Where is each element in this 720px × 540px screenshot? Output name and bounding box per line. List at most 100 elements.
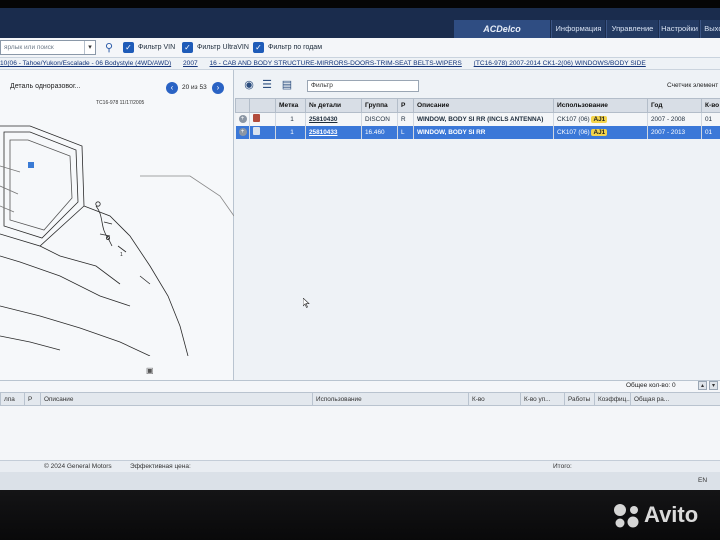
cart-col-description[interactable]: Описание	[40, 392, 313, 406]
app-screen: ACDelco Информация Управление Настройки …	[0, 8, 720, 490]
row-year: 2007 - 2008	[647, 112, 702, 126]
scroll-up-button[interactable]: ▴	[698, 381, 707, 390]
cart-col-labor[interactable]: Работы	[564, 392, 595, 406]
col-header-year[interactable]: Год	[647, 98, 702, 113]
row-description: WINDOW, BODY SI RR	[413, 125, 554, 139]
row-add-cell[interactable]: +	[235, 125, 250, 139]
cart-col-usage[interactable]: Использование	[312, 392, 469, 406]
list-icon[interactable]: ☰	[259, 78, 275, 92]
search-icon[interactable]: ⚲	[102, 41, 116, 55]
parts-list-pane: ◉ ☰ ▤ Фильтр Счетчик элемент Метка № дет…	[235, 70, 720, 380]
cart-col-qty[interactable]: К-во	[468, 392, 521, 406]
export-icon[interactable]: ▤	[279, 78, 295, 92]
row-part-no[interactable]: 25810433	[305, 125, 362, 139]
row-usage: CK107 (06) AJ1	[553, 125, 648, 139]
breadcrumb-model[interactable]: 10(06 - Tahoe/Yukon/Escalade - 06 Bodyst…	[0, 60, 171, 67]
total-label: Итого:	[553, 463, 572, 470]
eye-icon[interactable]: ◉	[241, 78, 257, 92]
col-header-usage[interactable]: Использование	[553, 98, 648, 113]
usage-chip: AJ1	[591, 128, 608, 136]
row-year: 2007 - 2013	[647, 125, 702, 139]
col-header-p[interactable]: P	[397, 98, 414, 113]
mouse-cursor-icon	[303, 298, 310, 308]
svg-text:1: 1	[120, 252, 123, 258]
vin-filter-label: Фильтр VIN	[138, 44, 176, 51]
effective-price-label: Эффективная цена:	[130, 463, 191, 470]
col-header-description[interactable]: Описание	[413, 98, 554, 113]
next-page-button[interactable]: ›	[212, 82, 224, 94]
note-icon[interactable]	[253, 127, 260, 135]
add-to-cart-icon[interactable]: +	[238, 115, 247, 124]
cart-col-group[interactable]: лпа	[0, 392, 25, 406]
cart-col-p[interactable]: P	[24, 392, 41, 406]
breadcrumb-section[interactable]: 16 - CAB AND BODY STRUCTURE-MIRRORS-DOOR…	[210, 60, 462, 67]
page-counter: 20 из 53	[182, 84, 207, 91]
cart-col-coefficient[interactable]: Коэффиц...	[594, 392, 631, 406]
row-usage-text: CK107 (06)	[557, 115, 590, 123]
col-header-group[interactable]: Группа	[361, 98, 398, 113]
vin-filter-checkbox[interactable]: ✓	[123, 42, 134, 53]
row-group: 16.460	[361, 125, 398, 139]
detail-title: Деталь одноразовог...	[10, 83, 81, 90]
monitor-bezel-top	[0, 0, 720, 8]
nav-manage[interactable]: Управление	[606, 20, 658, 38]
parts-illustration[interactable]: 1	[0, 106, 234, 356]
nav-info[interactable]: Информация	[551, 20, 605, 38]
brand-logo: ACDelco	[454, 20, 550, 38]
row-p: R	[397, 112, 414, 126]
search-input[interactable]: ярлык или поиск	[0, 40, 96, 55]
save-icon[interactable]: ▣	[146, 366, 155, 375]
row-usage: CK107 (06) AJ1	[553, 112, 648, 126]
avito-watermark: Avito	[608, 500, 718, 530]
table-row[interactable]: + 1 25810430 DISCON R WINDOW, BODY SI RR…	[235, 112, 720, 126]
row-add-cell[interactable]: +	[235, 112, 250, 126]
row-label: 1	[275, 112, 306, 126]
book-icon[interactable]	[253, 114, 260, 123]
search-dropdown-icon[interactable]: ▾	[84, 41, 95, 54]
parts-table: Метка № детали Группа P Описание Использ…	[235, 98, 720, 139]
breadcrumb-year[interactable]: 2007	[183, 60, 198, 67]
add-to-cart-icon[interactable]: +	[238, 128, 247, 136]
cart-col-total[interactable]: Общая ра...	[630, 392, 720, 406]
row-qty: 01	[701, 125, 720, 139]
usage-chip: AJ1	[591, 115, 608, 123]
counter-label: Счетчик элемент	[667, 82, 719, 89]
row-description: WINDOW, BODY SI RR (INCLS ANTENNA)	[413, 112, 554, 126]
row-p: L	[397, 125, 414, 139]
nav-settings[interactable]: Настройки	[659, 20, 699, 38]
table-row-selected[interactable]: + 1 25810433 16.460 L WINDOW, BODY SI RR…	[235, 125, 720, 139]
prev-page-button[interactable]: ‹	[166, 82, 178, 94]
col-header-icon	[235, 98, 250, 113]
ultravin-filter-checkbox[interactable]: ✓	[182, 42, 193, 53]
filter-input[interactable]: Фильтр	[307, 80, 419, 92]
scroll-down-button[interactable]: ▾	[709, 381, 718, 390]
row-group: DISCON	[361, 112, 398, 126]
nav-exit[interactable]: Выход	[700, 20, 720, 38]
year-filter-label: Фильтр по годам	[268, 44, 323, 51]
row-qty: 01	[701, 112, 720, 126]
cart-col-pack-qty[interactable]: К-во уп...	[520, 392, 565, 406]
row-book-cell[interactable]	[249, 112, 276, 126]
col-header-qty[interactable]: К-во	[701, 98, 720, 113]
avito-watermark-text: Avito	[644, 502, 699, 527]
total-quantity: Общее кол-во: 0	[626, 382, 676, 389]
top-bar: ACDelco Информация Управление Настройки …	[0, 8, 720, 38]
illustration-header: Деталь одноразовог... ‹ 20 из 53 ›	[0, 82, 234, 96]
cart-area: Общее кол-во: 0 ▴ ▾ лпа P Описание Испол…	[0, 380, 720, 460]
parts-table-header: Метка № детали Группа P Описание Использ…	[235, 98, 720, 113]
status-footer: © 2024 General Motors Эффективная цена: …	[0, 460, 720, 472]
year-filter-checkbox[interactable]: ✓	[253, 42, 264, 53]
language-bar: EN	[0, 472, 720, 490]
row-part-no[interactable]: 25810430	[305, 112, 362, 126]
copyright-text: © 2024 General Motors	[44, 463, 112, 470]
cart-table-header: лпа P Описание Использование К-во К-во у…	[0, 392, 720, 406]
row-book-cell[interactable]	[249, 125, 276, 139]
breadcrumb-illustration[interactable]: (TC16-978) 2007-2014 CK1-2(06) WINDOWS/B…	[474, 60, 646, 67]
ultravin-filter-label: Фильтр UltraVIN	[197, 44, 249, 51]
avito-logo-icon	[614, 504, 639, 528]
col-header-label[interactable]: Метка	[275, 98, 306, 113]
language-indicator[interactable]: EN	[698, 477, 707, 484]
col-header-part-no[interactable]: № детали	[305, 98, 362, 113]
breadcrumb: 10(06 - Tahoe/Yukon/Escalade - 06 Bodyst…	[0, 58, 720, 70]
filter-bar: ярлык или поиск ▾ ⚲ ✓ Фильтр VIN ✓ Фильт…	[0, 38, 720, 58]
